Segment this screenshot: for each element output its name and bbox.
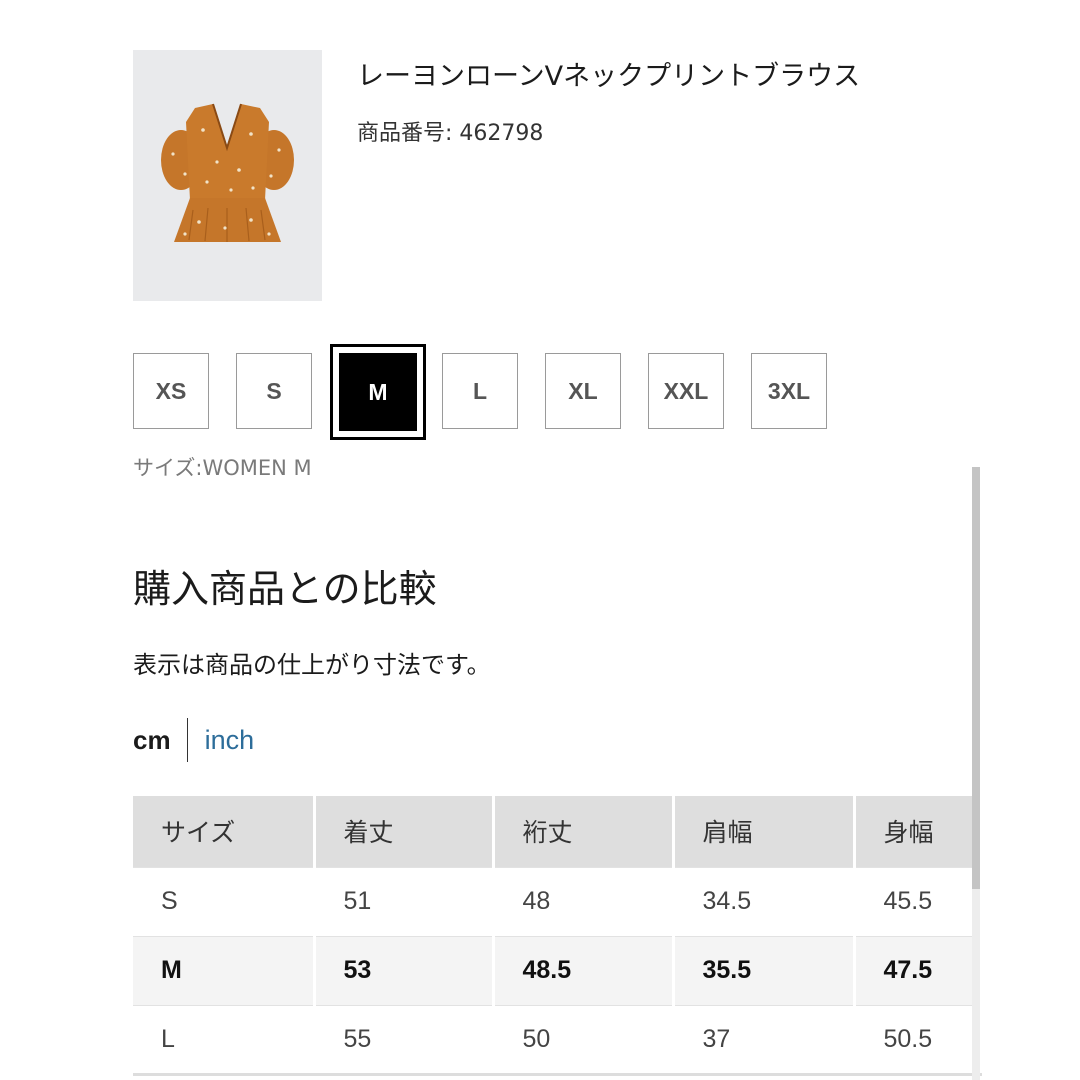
table-cell: 34.5	[673, 867, 856, 937]
table-cell: M	[133, 936, 316, 1006]
table-cell: 48	[493, 867, 675, 937]
product-image	[133, 50, 322, 301]
comparison-note: 表示は商品の仕上がり寸法です。	[133, 651, 491, 679]
size-comparison-table: サイズ 着丈 裄丈 肩幅 身幅 S 51 48 34.5 45.5 M 53 4…	[133, 796, 982, 1076]
table-cell: 51	[314, 867, 495, 937]
selected-size-label: サイズ:WOMEN M	[133, 456, 312, 480]
comparison-title: 購入商品との比較	[133, 567, 437, 611]
table-cell: 55	[314, 1005, 495, 1076]
size-option-xl[interactable]: XL	[545, 353, 621, 429]
header-size: サイズ	[133, 796, 316, 868]
table-cell: 53	[314, 936, 495, 1006]
table-cell: 50	[493, 1005, 675, 1076]
header-shoulder: 肩幅	[673, 796, 856, 868]
table-row-highlighted: M 53 48.5 35.5 47.5	[133, 936, 982, 1006]
product-number: 商品番号: 462798	[357, 121, 544, 146]
size-option-xxl[interactable]: XXL	[648, 353, 724, 429]
blouse-image	[161, 103, 294, 242]
unit-cm-button[interactable]: cm	[133, 725, 187, 756]
table-row: S 51 48 34.5 45.5	[133, 867, 982, 937]
table-cell: 50.5	[854, 1005, 982, 1076]
header-chest: 身幅	[854, 796, 982, 868]
size-option-3xl[interactable]: 3XL	[751, 353, 827, 429]
table-cell: L	[133, 1005, 316, 1076]
table-cell: S	[133, 867, 316, 937]
size-option-m-label: M	[339, 353, 417, 431]
header-length: 着丈	[314, 796, 495, 868]
header-sleeve: 裄丈	[493, 796, 675, 868]
unit-toggle: cm inch	[133, 718, 254, 762]
unit-inch-link[interactable]: inch	[188, 725, 255, 756]
size-option-s[interactable]: S	[236, 353, 312, 429]
size-option-m[interactable]: M	[330, 344, 426, 440]
table-cell: 35.5	[673, 936, 856, 1006]
table-cell: 48.5	[493, 936, 675, 1006]
table-cell: 47.5	[854, 936, 982, 1006]
table-cell: 45.5	[854, 867, 982, 937]
table-header-row: サイズ 着丈 裄丈 肩幅 身幅	[133, 796, 982, 868]
size-option-l[interactable]: L	[442, 353, 518, 429]
product-name: レーヨンローンVネックプリントブラウス	[357, 61, 861, 92]
table-row: L 55 50 37 50.5	[133, 1005, 982, 1076]
table-cell: 37	[673, 1005, 856, 1076]
size-option-xs[interactable]: XS	[133, 353, 209, 429]
scrollbar-thumb[interactable]	[972, 467, 980, 889]
